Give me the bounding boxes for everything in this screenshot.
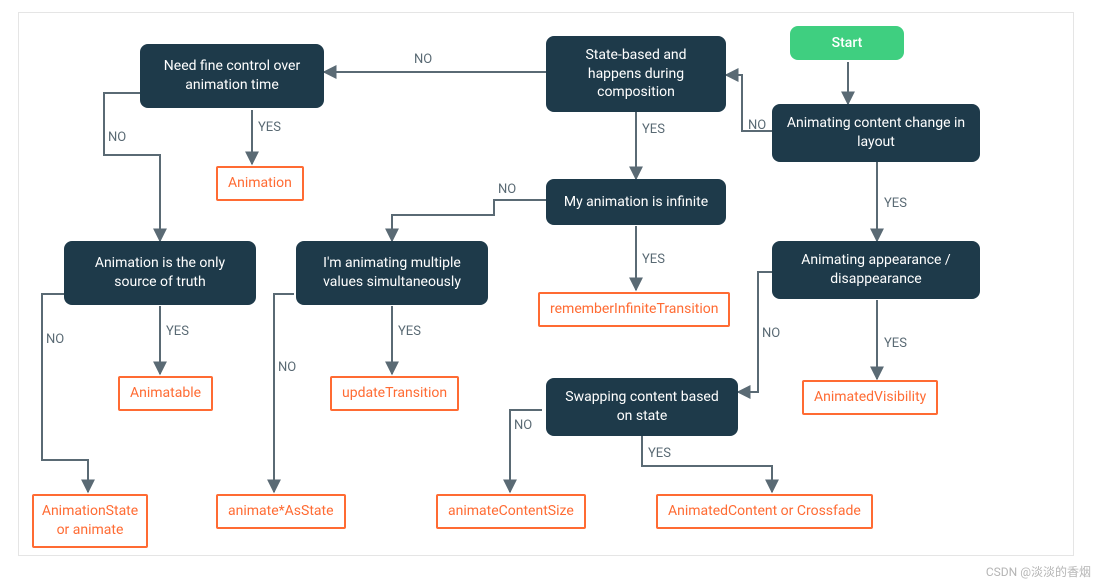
edge-label: YES: [884, 336, 907, 351]
edge-label: NO: [748, 118, 766, 133]
ans-animatedcontent-crossfd: AnimatedContent or Crossfade: [656, 494, 873, 529]
edge-label: YES: [398, 324, 421, 339]
ans-animated-visibility: AnimatedVisibility: [802, 380, 938, 415]
q-fine-control: Need fine control over animation time: [140, 44, 324, 108]
ans-animatecontentsize: animateContentSize: [436, 494, 586, 529]
edge-label: NO: [46, 332, 64, 347]
edge-label: NO: [514, 418, 532, 433]
ans-animatable: Animatable: [118, 376, 213, 411]
q-infinite: My animation is infinite: [546, 179, 726, 225]
edge-label: YES: [258, 120, 281, 135]
ans-animation: Animation: [216, 166, 304, 201]
watermark: CSDN @淡淡的香烟: [986, 563, 1091, 580]
ans-animate-asstate: animate*AsState: [216, 494, 346, 529]
ans-animationstate: AnimationState or animate: [32, 494, 148, 548]
q-swapping-content: Swapping content based on state: [546, 378, 738, 436]
q-appearance: Animating appearance / disappearance: [772, 241, 980, 299]
edge-label: NO: [762, 326, 780, 341]
edge-label: NO: [278, 360, 296, 375]
edge-label: NO: [498, 182, 516, 197]
q-state-based: State-based and happens during compositi…: [546, 36, 726, 112]
q-multiple-values: I'm animating multiple values simultaneo…: [296, 241, 488, 305]
ans-updatetransition: updateTransition: [330, 376, 459, 411]
ans-rememberinfinite: rememberInfiniteTransition: [538, 292, 730, 327]
edge-label: YES: [642, 122, 665, 137]
edge-label: YES: [166, 324, 189, 339]
q-animating-layout: Animating content change in layout: [772, 104, 980, 162]
edge-label: YES: [648, 446, 671, 461]
edge-label: YES: [884, 196, 907, 211]
q-only-source-truth: Animation is the only source of truth: [64, 241, 256, 305]
start-node: Start: [790, 26, 904, 60]
edge-label: NO: [414, 52, 432, 67]
edge-label: NO: [108, 130, 126, 145]
edge-label: YES: [642, 252, 665, 267]
